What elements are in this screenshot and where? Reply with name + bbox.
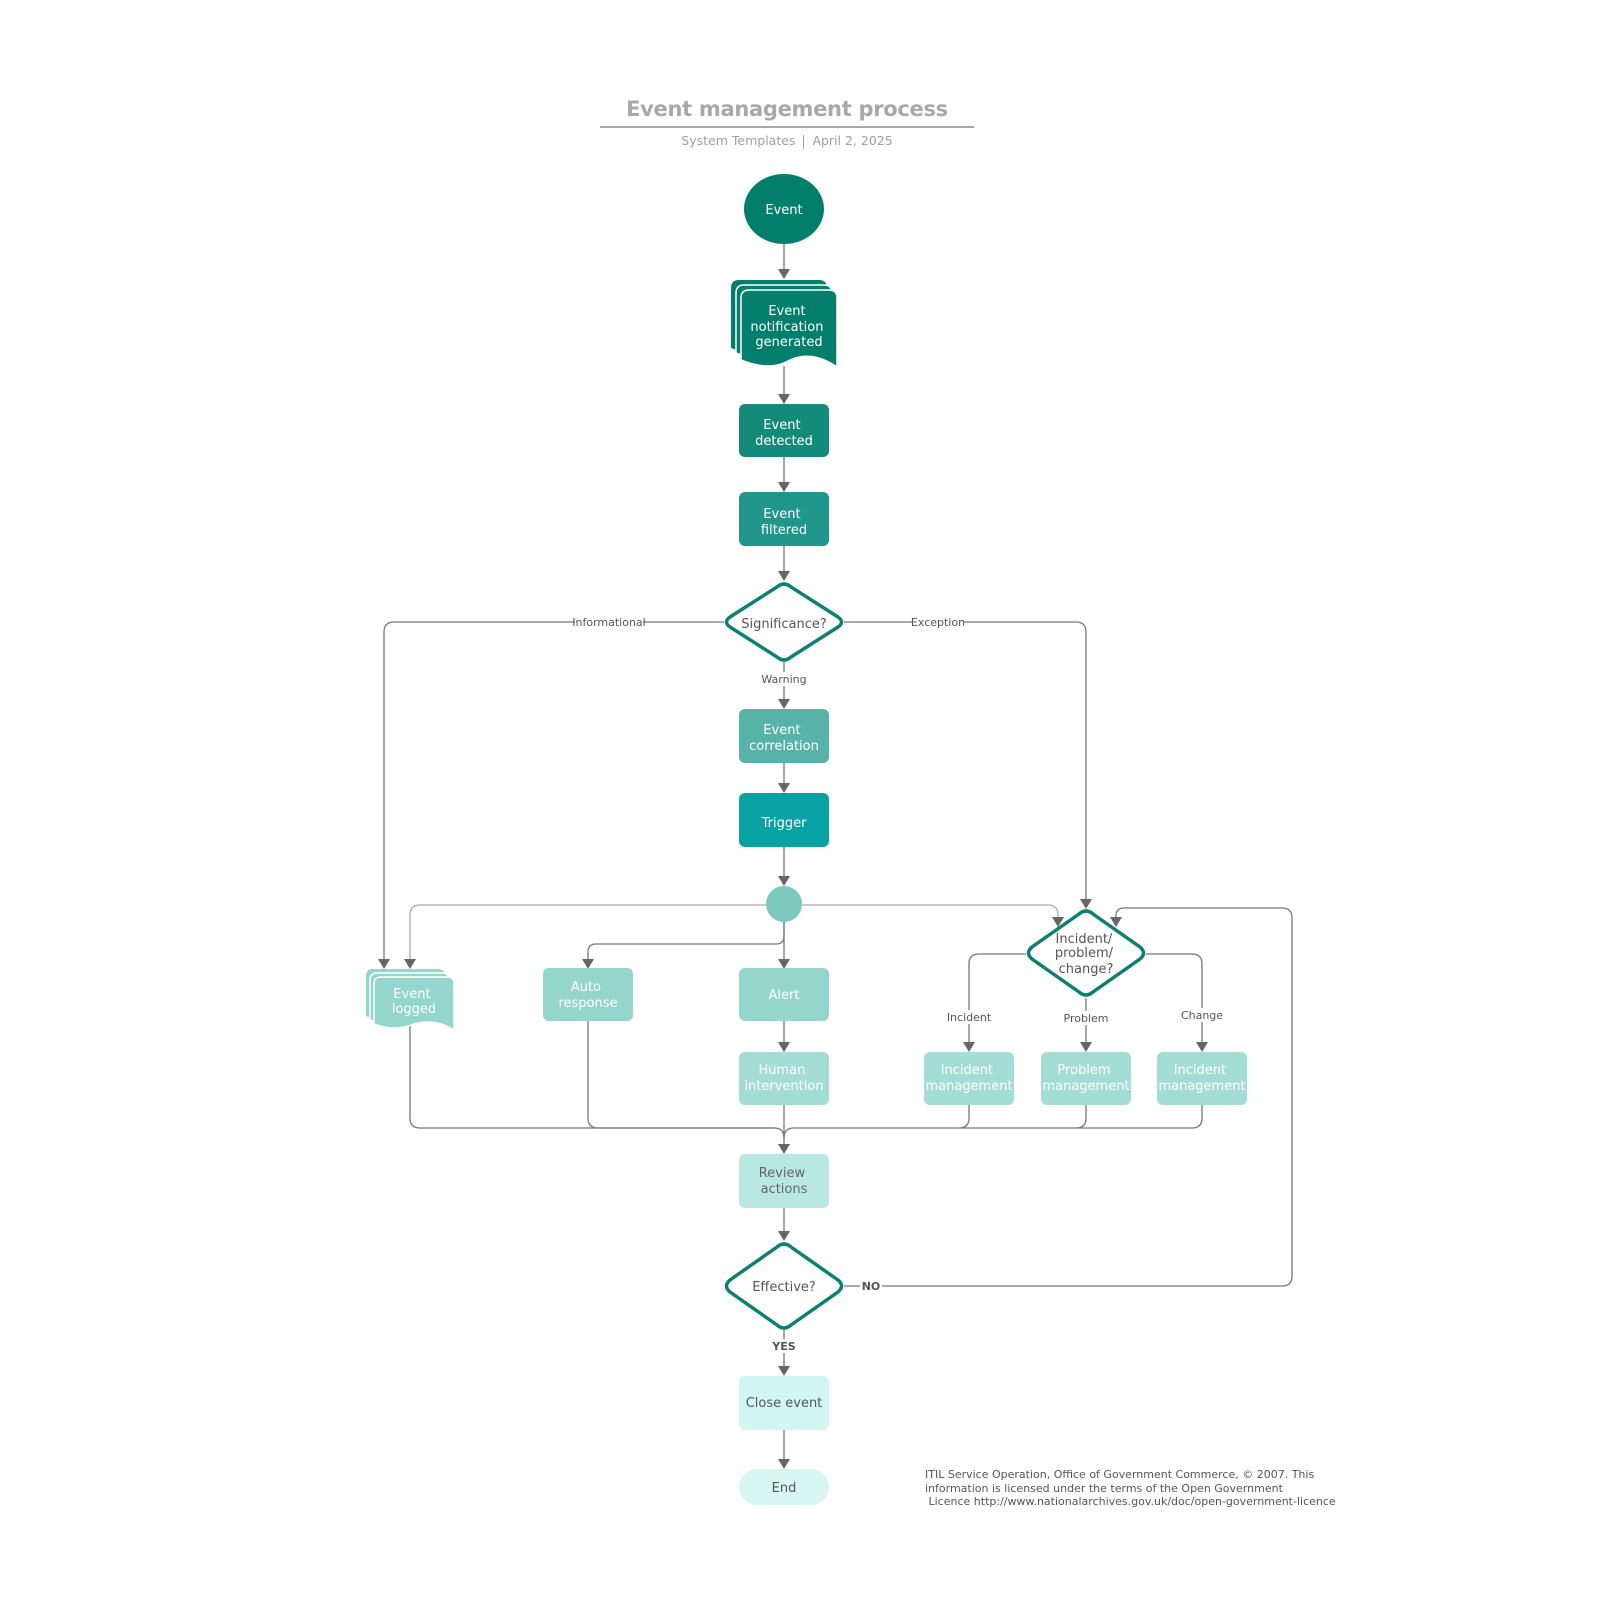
node-incident-management-1[interactable]: Incident management [924,1052,1014,1105]
flowchart-canvas: Informational Exception Warning Incident… [366,174,1293,1505]
node-event-logged[interactable]: Event logged [366,969,455,1032]
edge-change[interactable] [1146,953,1208,1052]
edge-junction-to-auto-response[interactable] [582,922,785,969]
node-event-notification-generated[interactable]: Event notification generated [731,280,838,369]
node-filtered-label: Event filtered [761,507,807,538]
node-review-label: Review actions [759,1166,810,1197]
edge-incident1-to-review[interactable] [783,1105,970,1139]
node-problem-management[interactable]: Problem management [1041,1052,1131,1105]
node-end[interactable]: End [739,1469,829,1505]
edge-incident2-to-review[interactable] [1076,1105,1203,1129]
node-human-intervention[interactable]: Human intervention [739,1052,829,1105]
label-warning: Warning [761,673,806,686]
node-logged-label: Event logged [392,987,436,1017]
node-effective-decision[interactable]: Effective? [724,1242,844,1330]
node-event-correlation[interactable]: Event correlation [739,709,829,763]
node-effective-label: Effective? [752,1280,816,1295]
label-problem: Problem [1064,1012,1109,1025]
label-yes: YES [771,1340,795,1353]
node-end-label: End [772,1481,797,1496]
node-incident-problem-change-decision[interactable]: Incident/ problem/ change? [1026,909,1146,997]
node-trigger[interactable]: Trigger [739,793,829,847]
node-event-detected[interactable]: Event detected [739,404,829,457]
attribution-line-3: Licence http://www.nationalarchives.gov.… [925,1495,1336,1508]
node-alert-label: Alert [769,988,800,1003]
edge-labels: Informational Exception Warning Incident… [572,615,1224,1353]
label-change: Change [1181,1009,1223,1022]
node-event-filtered[interactable]: Event filtered [739,492,829,546]
edge-problem-to-review[interactable] [959,1105,1087,1129]
node-event-label: Event [765,203,802,218]
label-no: NO [862,1280,881,1293]
node-alert[interactable]: Alert [739,968,829,1021]
edge-logged-to-review[interactable] [409,1026,785,1139]
node-auto-response[interactable]: Auto response [543,968,633,1021]
edge-junction-to-ipc[interactable] [802,904,1064,927]
attribution-footer: ITIL Service Operation, Office of Govern… [925,1468,1345,1509]
label-exception: Exception [911,616,965,629]
edge-informational[interactable] [378,621,724,969]
edge-incident[interactable] [963,953,1026,1052]
attribution-line-2: information is licensed under the terms … [925,1481,1283,1495]
node-event-start[interactable]: Event [744,174,824,244]
node-ipc-label: Incident/ problem/ change? [1055,932,1117,977]
attribution-line-1: ITIL Service Operation, Office of Govern… [925,1468,1315,1481]
node-trigger-label: Trigger [761,816,807,831]
node-detected-label: Event detected [755,418,813,449]
label-informational: Informational [572,616,645,629]
node-incident-management-2[interactable]: Incident management [1157,1052,1247,1105]
node-close-event[interactable]: Close event [739,1376,829,1430]
label-incident: Incident [947,1011,992,1024]
node-significance-label: Significance? [741,617,827,632]
node-significance-decision[interactable]: Significance? [724,582,844,662]
node-review-actions[interactable]: Review actions [739,1154,829,1208]
edge-exception[interactable] [844,621,1092,909]
node-junction[interactable] [766,886,802,922]
node-close-label: Close event [746,1396,823,1411]
